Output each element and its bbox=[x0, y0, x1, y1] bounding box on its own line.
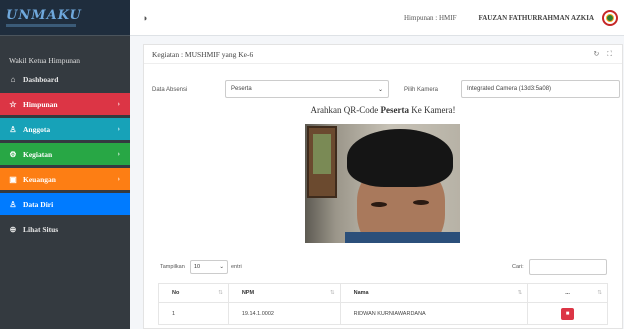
trash-icon: ■ bbox=[565, 310, 570, 317]
sidebar-item-data-diri[interactable]: ♙ Data Diri bbox=[0, 193, 130, 215]
sidebar-item-label: Kegiatan bbox=[23, 149, 53, 159]
column-header-npm[interactable]: NPM ⇅ bbox=[227, 283, 341, 303]
column-header-nama[interactable]: Nama ⇅ bbox=[339, 283, 529, 303]
sidebar-item-keuangan[interactable]: ▣ Keuangan › bbox=[0, 168, 130, 190]
cell-nama: RIDWAN KURNIAWARDANA bbox=[339, 302, 529, 325]
kamera-select-value: Integrated Camera (13d3:5a08) bbox=[467, 86, 552, 92]
chevron-right-icon: › bbox=[117, 125, 120, 133]
cell-npm: 19.14.1.0002 bbox=[227, 302, 341, 325]
card-header: Kegiatan : MUSHMIF yang Ke-6 ↻ ⛶ bbox=[144, 45, 622, 64]
scan-prompt-after: Ke Kamera! bbox=[408, 105, 456, 115]
column-header-label: No bbox=[172, 290, 180, 296]
organization-label: Himpunan : HMIF bbox=[404, 13, 457, 22]
sidebar-item-label: Himpunan bbox=[23, 99, 58, 109]
kamera-label: Pilih Kamera bbox=[404, 87, 439, 93]
sidebar-item-label: Dashboard bbox=[23, 74, 59, 84]
avatar[interactable] bbox=[602, 9, 618, 26]
card-title: Kegiatan : MUSHMIF yang Ke-6 bbox=[152, 49, 254, 59]
wallet-icon: ▣ bbox=[9, 174, 17, 184]
entries-label: entri bbox=[231, 264, 242, 270]
column-header-no[interactable]: No ⇅ bbox=[158, 283, 229, 303]
chevron-down-icon: ⌄ bbox=[219, 264, 224, 270]
sort-icon: ⇅ bbox=[330, 290, 335, 296]
camera-eye-left bbox=[371, 202, 387, 207]
sort-icon: ⇅ bbox=[218, 290, 223, 296]
card-tools: ↻ ⛶ bbox=[587, 50, 612, 59]
user-role: Wakil Ketua Himpunan bbox=[9, 56, 81, 65]
camera-hair bbox=[347, 129, 453, 187]
search-label: Cari: bbox=[512, 264, 524, 270]
page-length-select[interactable]: 10 ⌄ bbox=[190, 260, 228, 274]
refresh-icon[interactable]: ↻ bbox=[593, 50, 599, 58]
home-icon: ⌂ bbox=[10, 74, 16, 84]
sidebar: UNMAKU Wakil Ketua Himpunan ⌂ Dashboard … bbox=[0, 0, 130, 329]
user-icon: ♙ bbox=[9, 199, 17, 209]
star-icon: ☆ bbox=[9, 99, 17, 109]
brand[interactable]: UNMAKU bbox=[0, 0, 130, 36]
camera-form: Data Absensi Peserta ⌄ Pilih Kamera Inte… bbox=[144, 80, 622, 102]
user-name[interactable]: FAUZAN FATHURRAHMAN AZKIA bbox=[479, 14, 595, 22]
table-header-row: No ⇅ NPM ⇅ Nama ⇅ ... ⇅ bbox=[158, 283, 608, 303]
brand-tagline-bar bbox=[6, 24, 76, 27]
sidebar-item-anggota[interactable]: ♙ Anggota › bbox=[0, 118, 130, 140]
gear-icon: ⚙ bbox=[9, 149, 17, 159]
top-navbar: ◑ Himpunan : HMIF FAUZAN FATHURRAHMAN AZ… bbox=[130, 0, 624, 36]
sidebar-item-himpunan[interactable]: ☆ Himpunan › bbox=[0, 93, 130, 115]
globe-icon: ⊕ bbox=[9, 224, 17, 234]
column-header-label: ... bbox=[565, 290, 570, 296]
delete-button[interactable]: ■ bbox=[561, 307, 575, 320]
sidebar-item-label: Data Diri bbox=[23, 199, 54, 209]
navbar-right: Himpunan : HMIF FAUZAN FATHURRAHMAN AZKI… bbox=[404, 9, 624, 26]
camera-shirt bbox=[345, 232, 460, 243]
chevron-down-icon: ⌄ bbox=[377, 86, 383, 93]
avatar-emblem bbox=[606, 13, 614, 22]
chevron-right-icon: › bbox=[117, 150, 120, 158]
table-row: 1 19.14.1.0002 RIDWAN KURNIAWARDANA ■ bbox=[158, 302, 608, 325]
search-input[interactable] bbox=[529, 259, 607, 275]
sidebar-item-kegiatan[interactable]: ⚙ Kegiatan › bbox=[0, 143, 130, 165]
chevron-right-icon: › bbox=[117, 175, 120, 183]
sidebar-item-dashboard[interactable]: ⌂ Dashboard bbox=[0, 68, 130, 90]
kamera-select[interactable]: Integrated Camera (13d3:5a08) bbox=[461, 80, 620, 98]
attendance-card: Kegiatan : MUSHMIF yang Ke-6 ↻ ⛶ Data Ab… bbox=[143, 44, 623, 329]
maximize-icon[interactable]: ⛶ bbox=[607, 50, 612, 58]
sidebar-item-label: Lihat Situs bbox=[23, 224, 59, 234]
sidebar-item-label: Keuangan bbox=[23, 174, 56, 184]
absensi-select[interactable]: Peserta ⌄ bbox=[225, 80, 389, 98]
show-label: Tampilkan bbox=[160, 264, 185, 270]
camera-door-panel bbox=[313, 134, 331, 174]
sort-icon: ⇅ bbox=[517, 290, 523, 296]
scan-prompt: Arahkan QR-Code Peserta Ke Kamera! bbox=[144, 105, 622, 115]
table-controls: Tampilkan 10 ⌄ entri Cari: bbox=[144, 259, 622, 280]
camera-eye-right bbox=[413, 200, 429, 205]
sidebar-toggle-icon[interactable]: ◑ bbox=[142, 13, 147, 23]
sort-icon: ⇅ bbox=[597, 290, 602, 296]
chevron-right-icon: › bbox=[117, 100, 120, 108]
attendance-table: No ⇅ NPM ⇅ Nama ⇅ ... ⇅ 1 19.14.1.0002 RIDWA… bbox=[158, 283, 608, 325]
sidebar-item-label: Anggota bbox=[23, 124, 51, 134]
sidebar-item-lihat-situs[interactable]: ⊕ Lihat Situs bbox=[0, 218, 130, 240]
camera-preview bbox=[305, 124, 460, 243]
cell-action: ■ bbox=[527, 302, 608, 325]
column-header-action[interactable]: ... ⇅ bbox=[527, 283, 608, 303]
scan-prompt-before: Arahkan QR-Code bbox=[310, 105, 381, 115]
scan-prompt-role: Peserta bbox=[380, 105, 409, 115]
brand-name: UNMAKU bbox=[6, 8, 82, 23]
page-length-value: 10 bbox=[194, 264, 201, 270]
column-header-label: Nama bbox=[353, 290, 369, 296]
users-icon: ♙ bbox=[9, 124, 17, 134]
brand-logo: UNMAKU bbox=[6, 8, 82, 27]
cell-no: 1 bbox=[158, 302, 229, 325]
absensi-select-value: Peserta bbox=[231, 86, 252, 92]
column-header-label: NPM bbox=[241, 290, 255, 296]
absensi-label: Data Absensi bbox=[152, 87, 188, 93]
